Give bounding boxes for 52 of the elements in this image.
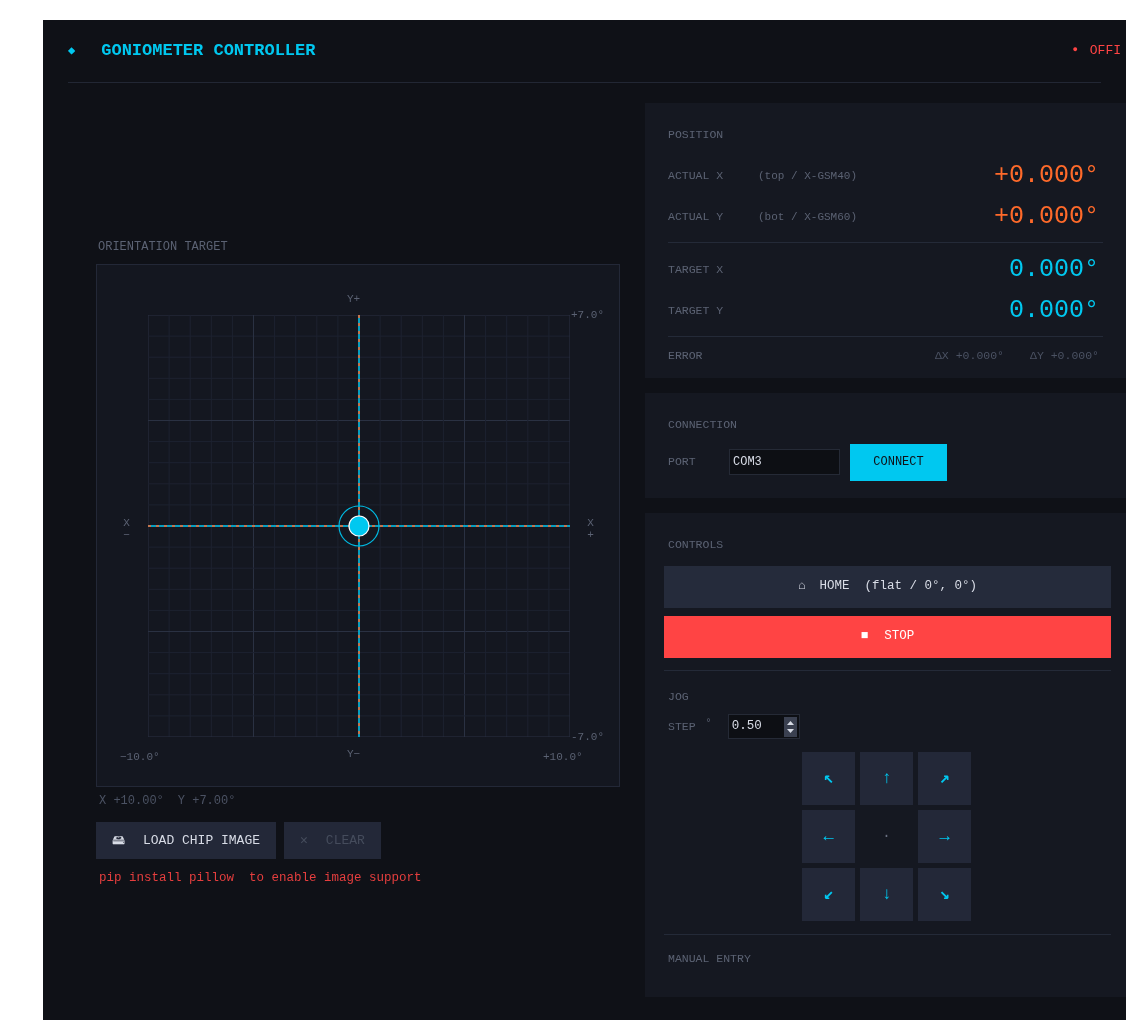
- section-title: CONTROLS: [668, 536, 725, 553]
- tick-label: +7.0°: [571, 308, 604, 323]
- section-title: CONNECTION: [668, 417, 738, 434]
- jog-button[interactable]: ↗: [918, 752, 971, 805]
- jog-button[interactable]: ←: [802, 810, 855, 863]
- jog-button[interactable]: ↙: [802, 868, 855, 921]
- axis-label: TARGET X: [668, 262, 724, 279]
- unit-label: °: [705, 717, 712, 731]
- step-field[interactable]: 0.50: [727, 714, 800, 739]
- jog-button[interactable]: ↓: [860, 868, 913, 921]
- jog-button[interactable]: ↑: [860, 752, 913, 805]
- section-title: MANUAL ENTRY: [668, 951, 752, 967]
- axis-label: ACTUAL X: [668, 168, 725, 185]
- section-title: POSITION: [668, 127, 725, 143]
- error-value: ΔX +0.000°: [934, 348, 1004, 365]
- app-title: GONIOMETER CONTROLLER: [101, 40, 316, 63]
- port-label: PORT: [668, 454, 697, 471]
- jog-button[interactable]: →: [918, 810, 971, 863]
- actual-value: +0.000°: [993, 160, 1099, 192]
- motor-label: (bot / X-GSM60): [758, 209, 858, 225]
- tick-label: −10.0°: [120, 750, 160, 765]
- section-title: JOG: [668, 688, 690, 705]
- connect-button[interactable]: CONNECT: [850, 443, 947, 481]
- axis-label: X+: [586, 517, 595, 542]
- tick-label: +10.0°: [543, 750, 583, 765]
- error-label: ERROR: [668, 348, 703, 365]
- center-dot: ·: [881, 827, 892, 846]
- section-title: ORIENTATION TARGET: [98, 239, 229, 256]
- actual-value: +0.000°: [993, 201, 1099, 233]
- motor-label: (top / X-GSM40): [758, 168, 858, 184]
- axis-label: X−: [122, 517, 131, 542]
- axis-label: TARGET Y: [668, 303, 724, 320]
- load-image-button[interactable]: 🖴 LOAD CHIP IMAGE: [96, 822, 277, 859]
- tick-label: -7.0°: [571, 730, 604, 745]
- cursor-readout: X +10.00°: [99, 793, 164, 810]
- axis-label: ACTUAL Y: [668, 209, 725, 226]
- status-dot: ●: [1072, 44, 1078, 58]
- target-value: 0.000°: [1009, 295, 1099, 327]
- error-value: ΔY +0.000°: [1030, 348, 1099, 365]
- hint-text: pip install pillow to enable image support: [99, 870, 423, 887]
- spinner-icon[interactable]: [783, 716, 797, 737]
- status-text: OFFI: [1089, 42, 1121, 61]
- home-button[interactable]: ⌂ HOME (flat / 0°, 0°): [664, 565, 1111, 608]
- jog-button[interactable]: ↖: [802, 752, 855, 805]
- axis-label: Y+: [347, 292, 361, 307]
- step-label: STEP: [668, 718, 696, 735]
- port-field[interactable]: COM3: [729, 449, 840, 475]
- logo-icon: ◆: [68, 42, 76, 60]
- jog-button[interactable]: ↘: [918, 868, 971, 921]
- cursor-readout: Y +7.00°: [177, 793, 236, 810]
- axis-label: Y−: [347, 747, 361, 762]
- target-value: 0.000°: [1009, 254, 1099, 286]
